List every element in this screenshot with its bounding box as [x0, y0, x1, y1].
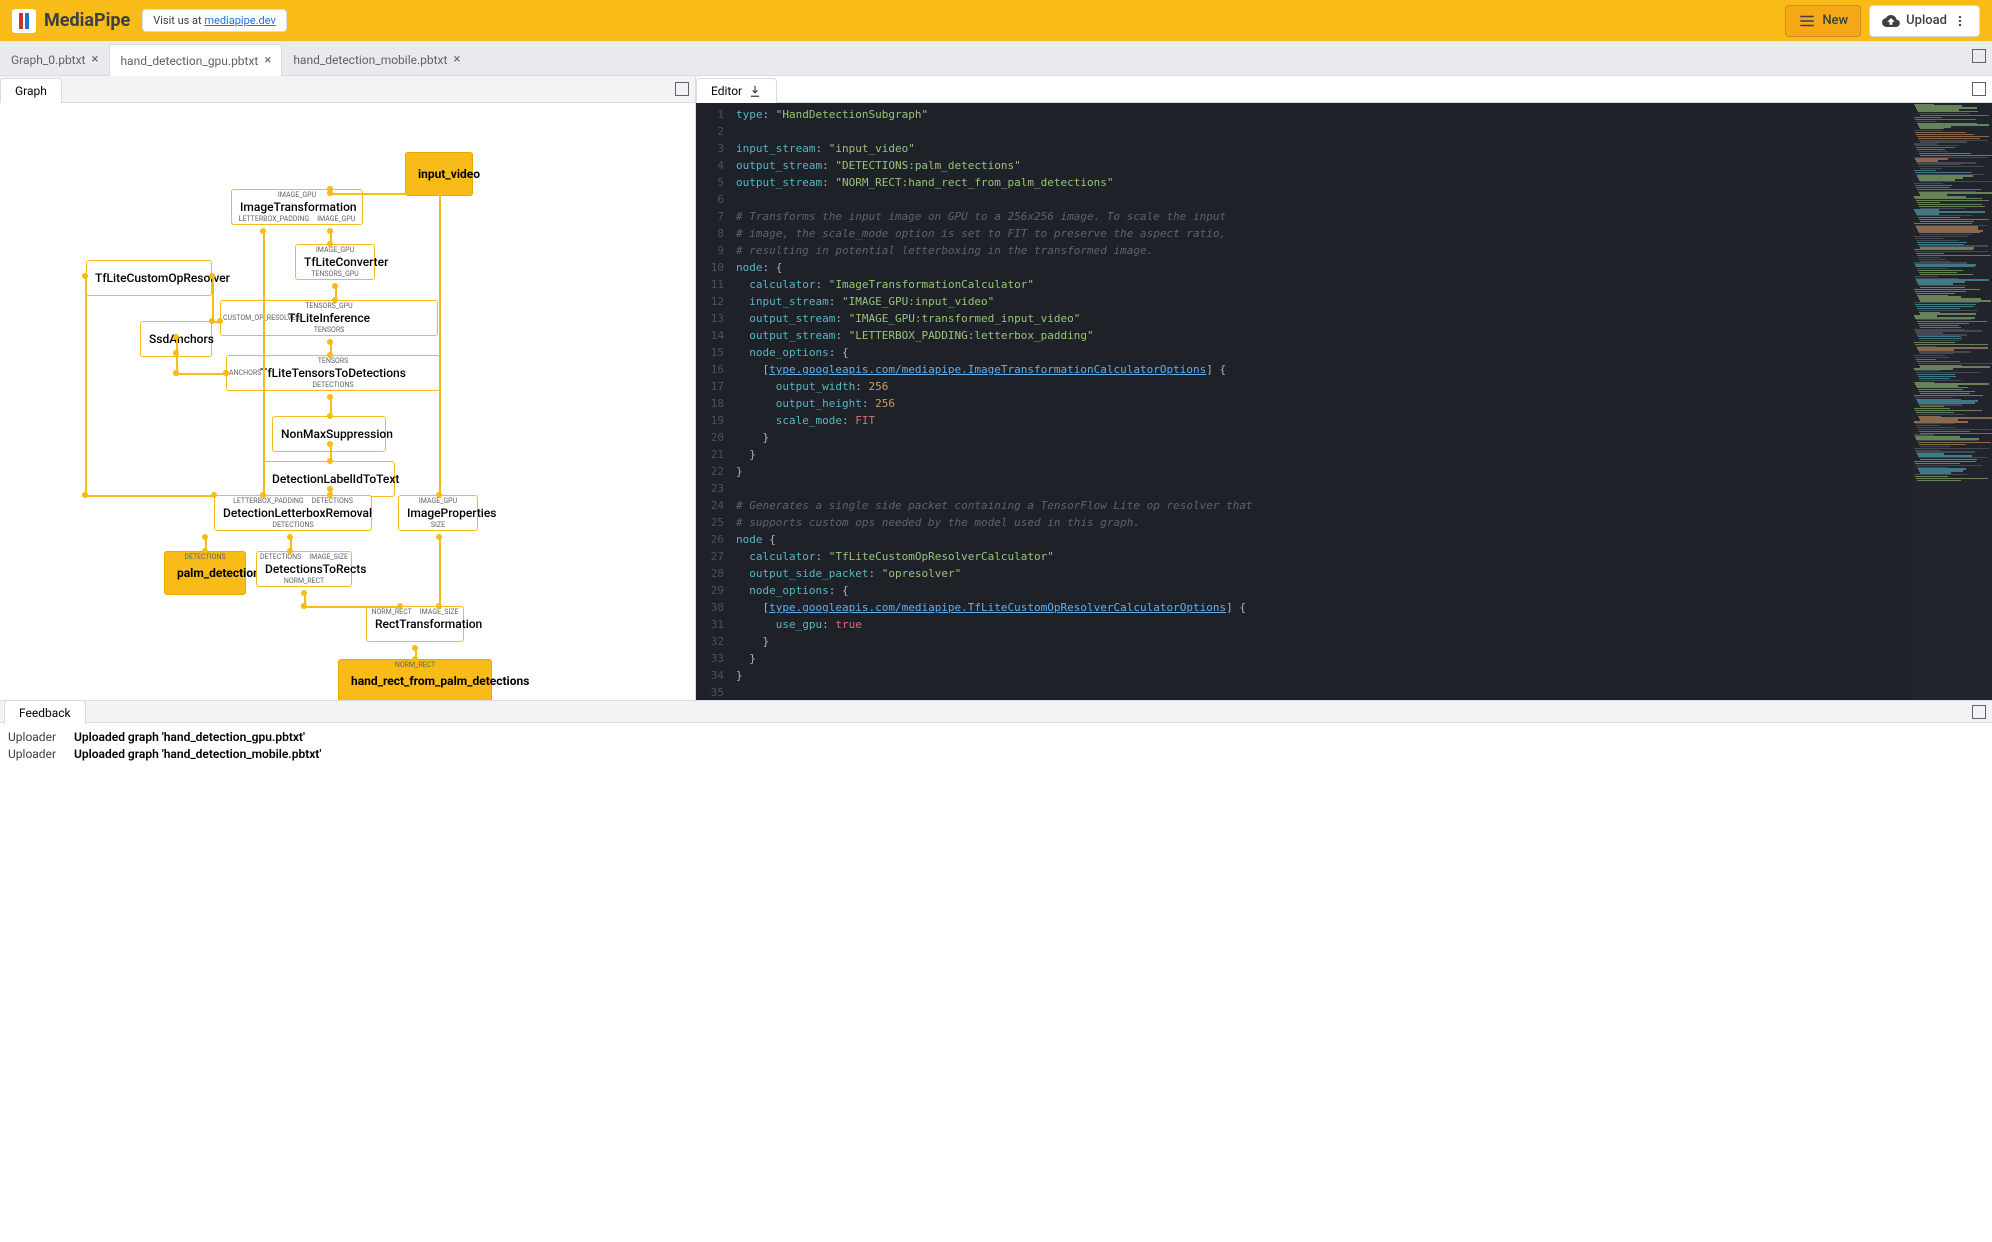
graph-canvas[interactable]: input_videoIMAGE_GPUImageTransformationL…: [0, 103, 695, 700]
brand-name: MediaPipe: [44, 10, 130, 31]
feedback-row: UploaderUploaded graph 'hand_detection_m…: [8, 747, 1984, 761]
minimap[interactable]: [1912, 103, 1992, 700]
graph-node-tensors-to-det[interactable]: TENSORSANCHORSTfLiteTensorsToDetectionsD…: [226, 355, 440, 391]
maximize-icon[interactable]: [675, 82, 689, 96]
menu-icon: [1798, 12, 1816, 30]
graph-node-image-props[interactable]: IMAGE_GPUImagePropertiesSIZE: [398, 495, 478, 531]
graph-node-hand-rect[interactable]: NORM_RECThand_rect_from_palm_detections: [338, 659, 492, 700]
feedback-panel: Feedback UploaderUploaded graph 'hand_de…: [0, 700, 1992, 843]
file-tab[interactable]: hand_detection_mobile.pbtxt×: [282, 43, 471, 75]
graph-node-rect-trans[interactable]: NORM_RECTIMAGE_SIZERectTransformation: [366, 606, 464, 642]
more-vert-icon[interactable]: [1953, 12, 1967, 30]
graph-node-det-letterbox[interactable]: LETTERBOX_PADDINGDETECTIONSDetectionLett…: [214, 495, 372, 531]
graph-node-tflite-custom[interactable]: TfLiteCustomOpResolver: [86, 260, 212, 296]
graph-node-palm-det[interactable]: DETECTIONSpalm_detections: [164, 551, 246, 595]
header: MediaPipe Visit us at mediapipe.dev New …: [0, 0, 1992, 41]
mediapipe-logo: [12, 9, 36, 33]
maximize-icon[interactable]: [1972, 82, 1986, 96]
editor-panel: Editor 123456789101112131415161718192021…: [696, 76, 1992, 700]
close-icon[interactable]: ×: [453, 52, 460, 67]
graph-tab[interactable]: Graph: [0, 78, 62, 103]
file-tab[interactable]: hand_detection_gpu.pbtxt×: [109, 44, 282, 76]
maximize-icon[interactable]: [1972, 705, 1986, 719]
graph-panel: Graph input_videoIMAGE_GPUImageTransform…: [0, 76, 696, 700]
code-editor[interactable]: 1234567891011121314151617181920212223242…: [696, 103, 1992, 700]
feedback-tab[interactable]: Feedback: [4, 700, 86, 725]
visit-link-box[interactable]: Visit us at mediapipe.dev: [142, 9, 287, 32]
file-tab[interactable]: Graph_0.pbtxt×: [0, 43, 109, 75]
editor-tab[interactable]: Editor: [696, 78, 777, 103]
upload-button[interactable]: Upload: [1869, 5, 1980, 37]
visit-link[interactable]: mediapipe.dev: [204, 14, 275, 27]
feedback-row: UploaderUploaded graph 'hand_detection_g…: [8, 730, 1984, 744]
new-button[interactable]: New: [1785, 5, 1861, 37]
close-icon[interactable]: ×: [264, 53, 271, 68]
close-icon[interactable]: ×: [91, 52, 98, 67]
file-tabs: Graph_0.pbtxt×hand_detection_gpu.pbtxt×h…: [0, 41, 1992, 76]
maximize-icon[interactable]: [1972, 49, 1986, 63]
cloud-upload-icon: [1882, 12, 1900, 30]
download-icon[interactable]: [748, 84, 762, 98]
graph-node-tflite-inference[interactable]: TENSORS_GPUCUSTOM_OP_RESOLVERTfLiteInfer…: [220, 300, 438, 336]
graph-node-det-to-rects[interactable]: DETECTIONSIMAGE_SIZEDetectionsToRectsNOR…: [256, 551, 352, 587]
graph-node-tflite-converter[interactable]: IMAGE_GPUTfLiteConverterTENSORS_GPU: [295, 244, 375, 280]
